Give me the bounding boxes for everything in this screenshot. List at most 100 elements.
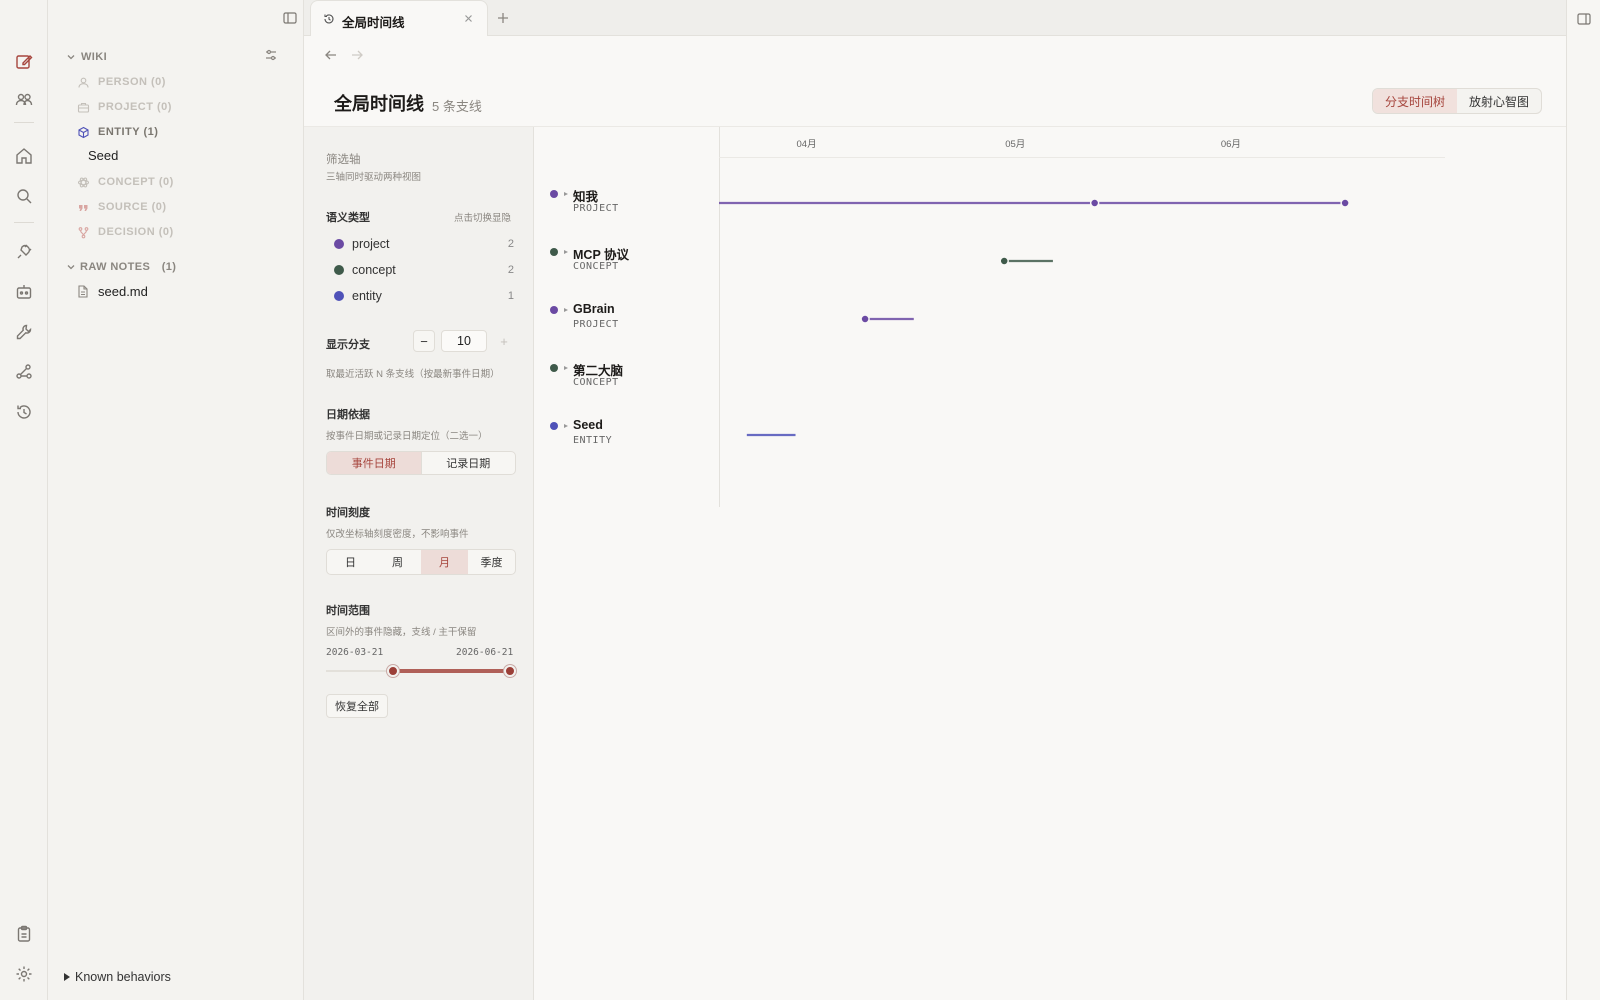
- filter-axis-desc: 三轴同时驱动两种视图: [326, 172, 422, 183]
- right-strip: [1566, 0, 1600, 1000]
- range-start-date: 2026-03-21: [326, 647, 384, 658]
- edit-icon[interactable]: [14, 52, 34, 72]
- fork-icon: [77, 226, 90, 239]
- record-date-button[interactable]: 记录日期: [420, 452, 516, 474]
- event-point[interactable]: [999, 256, 1009, 266]
- home-icon[interactable]: [14, 146, 34, 166]
- branches-count-input[interactable]: 10: [441, 330, 487, 352]
- show-branches-label: 显示分支: [326, 339, 370, 351]
- known-behaviors-label: Known behaviors: [75, 970, 171, 984]
- date-basis-toggle: 事件日期 记录日期: [326, 451, 516, 475]
- semantic-type-count: 1: [507, 290, 514, 302]
- raw-file-seed-md[interactable]: seed.md: [98, 284, 148, 299]
- right-sidebar-toggle-icon[interactable]: [1576, 11, 1592, 27]
- event-date-button[interactable]: 事件日期: [327, 452, 421, 474]
- sidebar-item-source[interactable]: SOURCE (0): [77, 197, 167, 217]
- semantic-type-concept[interactable]: concept 2: [334, 261, 514, 279]
- known-behaviors-toggle[interactable]: Known behaviors: [64, 970, 171, 984]
- file-icon: [77, 285, 89, 298]
- caret-right-icon: [64, 973, 70, 981]
- timeline-view: 全局时间线 5 条支线 分支时间树 放射心智图 筛选轴 三轴同时驱动两种视图 语…: [304, 36, 1566, 1000]
- concept-color-dot: [334, 265, 344, 275]
- time-range-label: 时间范围: [326, 605, 370, 617]
- semantic-type-count: 2: [507, 238, 514, 250]
- semantic-type-name: project: [352, 237, 390, 251]
- branches-increment-button[interactable]: +: [493, 330, 515, 352]
- date-basis-label: 日期依据: [326, 409, 370, 421]
- graph-icon[interactable]: [14, 362, 34, 382]
- entity-color-dot: [334, 291, 344, 301]
- sidebar-item-label: ENTITY (1): [98, 126, 159, 138]
- history-icon[interactable]: [14, 402, 34, 422]
- range-end-date: 2026-06-21: [456, 647, 514, 658]
- briefcase-icon: [77, 101, 90, 114]
- sidebar-item-person[interactable]: PERSON (0): [77, 72, 166, 92]
- cube-icon: [77, 126, 90, 139]
- date-basis-desc: 按事件日期或记录日期定位（二选一）: [326, 431, 488, 442]
- chevron-down-icon[interactable]: [66, 52, 76, 62]
- ribbon-divider: [14, 222, 34, 223]
- branch-timeline: 04月 05月 06月 知我 PROJECT MCP 协议 CONCEPT GBrain PR…: [534, 127, 1566, 1000]
- range-start-handle[interactable]: [386, 665, 399, 677]
- branch-tree-view-button[interactable]: 分支时间树: [1373, 89, 1457, 113]
- sidebar-item-label: PERSON (0): [98, 76, 166, 88]
- event-point[interactable]: [1089, 198, 1100, 208]
- scale-quarter-button[interactable]: 季度: [468, 550, 515, 574]
- tab-global-timeline[interactable]: 全局时间线: [310, 0, 488, 36]
- filter-panel: 筛选轴 三轴同时驱动两种视图 语义类型 点击切换显隐 project 2 con…: [304, 127, 534, 1000]
- scale-day-button[interactable]: 日: [327, 550, 374, 574]
- radial-mindmap-view-button[interactable]: 放射心智图: [1457, 89, 1541, 113]
- wiki-section-label[interactable]: WIKI: [81, 51, 107, 63]
- sidebar-toggle-icon[interactable]: [282, 10, 298, 26]
- close-icon[interactable]: [463, 13, 474, 24]
- robot-icon[interactable]: [14, 282, 34, 302]
- time-scale-desc: 仅改坐标轴刻度密度，不影响事件: [326, 529, 469, 540]
- project-color-dot: [334, 239, 344, 249]
- sidebar-item-project[interactable]: PROJECT (0): [77, 97, 172, 117]
- event-point[interactable]: [1340, 198, 1350, 208]
- branches-decrement-button[interactable]: −: [413, 330, 435, 352]
- scale-month-button[interactable]: 月: [421, 550, 468, 574]
- reset-all-button[interactable]: 恢复全部: [326, 694, 388, 718]
- sidebar-item-label: PROJECT (0): [98, 101, 172, 113]
- sidebar-item-concept[interactable]: CONCEPT (0): [77, 172, 174, 192]
- atom-icon: [77, 176, 90, 189]
- range-end-handle[interactable]: [504, 665, 516, 677]
- history-icon: [323, 13, 335, 25]
- left-ribbon: [0, 0, 48, 1000]
- raw-notes-section-label[interactable]: RAW NOTES (1): [80, 261, 176, 273]
- semantic-type-entity[interactable]: entity 1: [334, 287, 514, 305]
- scale-week-button[interactable]: 周: [374, 550, 421, 574]
- settings-icon[interactable]: [14, 964, 34, 984]
- filter-axis-title: 筛选轴: [326, 154, 361, 166]
- semantic-type-name: concept: [352, 263, 396, 277]
- semantic-type-label: 语义类型: [326, 212, 370, 224]
- raw-notes-label: RAW NOTES: [80, 261, 151, 273]
- sliders-icon[interactable]: [264, 48, 278, 62]
- time-range-desc: 区间外的事件隐藏，支线 / 主干保留: [326, 627, 477, 638]
- semantic-type-name: entity: [352, 289, 382, 303]
- plug-icon[interactable]: [14, 242, 34, 262]
- tab-title: 全局时间线: [342, 16, 405, 30]
- semantic-toggle-hint: 点击切换显隐: [454, 213, 512, 224]
- forward-arrow-icon[interactable]: [350, 48, 364, 62]
- person-icon: [77, 76, 90, 89]
- event-point[interactable]: [860, 314, 870, 324]
- clipboard-icon[interactable]: [14, 924, 34, 944]
- wrench-icon[interactable]: [14, 322, 34, 342]
- view-mode-toggle: 分支时间树 放射心智图: [1372, 88, 1542, 114]
- sidebar-item-entity[interactable]: ENTITY (1): [77, 122, 158, 142]
- back-arrow-icon[interactable]: [324, 48, 338, 62]
- semantic-type-project[interactable]: project 2: [334, 235, 514, 253]
- file-explorer-sidebar: WIKI PERSON (0) PROJECT (0) ENTITY (1) S…: [48, 0, 304, 1000]
- time-range-slider[interactable]: [326, 664, 516, 678]
- ribbon-divider: [14, 122, 34, 123]
- sidebar-item-label: DECISION (0): [98, 226, 174, 238]
- new-tab-icon[interactable]: [496, 11, 510, 25]
- people-icon[interactable]: [14, 90, 34, 110]
- entity-seed-note[interactable]: Seed: [88, 148, 118, 163]
- sidebar-item-decision[interactable]: DECISION (0): [77, 222, 174, 242]
- chevron-down-icon[interactable]: [66, 262, 76, 272]
- search-icon[interactable]: [14, 186, 34, 206]
- raw-notes-count: (1): [161, 261, 177, 273]
